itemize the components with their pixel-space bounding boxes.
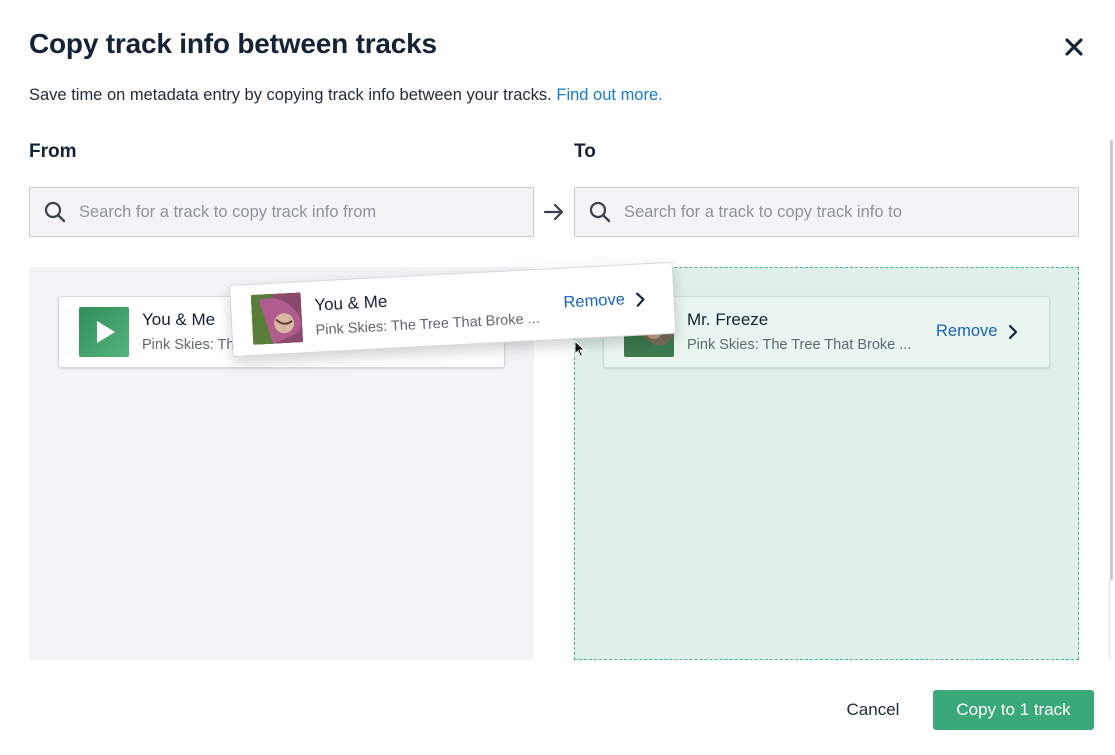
scrollbar-thumb[interactable]: [1110, 140, 1113, 580]
from-search: [29, 187, 534, 237]
to-search-input[interactable]: [624, 202, 1044, 222]
to-search: [574, 187, 1079, 237]
chevron-right-icon: [636, 292, 645, 307]
track-artwork[interactable]: [79, 307, 129, 357]
remove-button[interactable]: Remove: [936, 322, 1021, 341]
dialog-subtitle: Save time on metadata entry by copying t…: [29, 86, 663, 105]
from-search-input[interactable]: [79, 202, 499, 222]
track-subtitle: Pink Skies: The Tree That Broke ...: [687, 337, 912, 353]
search-icon: [44, 201, 66, 223]
remove-label: Remove: [563, 290, 626, 312]
dialog-title: Copy track info between tracks: [29, 28, 437, 59]
find-out-more-link[interactable]: Find out more.: [556, 86, 662, 104]
track-title: Mr. Freeze: [687, 310, 769, 329]
from-label: From: [29, 141, 77, 162]
play-icon: [79, 307, 129, 357]
copy-to-track-button[interactable]: Copy to 1 track: [933, 690, 1094, 730]
track-title: You & Me: [142, 310, 216, 329]
track-subtitle: Pink Skies: The Tree That Broke ...: [315, 310, 541, 339]
track-title: You & Me: [313, 291, 388, 315]
close-button[interactable]: [1060, 33, 1088, 61]
album-art-image: [250, 292, 304, 345]
search-icon: [589, 201, 611, 223]
remove-button[interactable]: Remove: [563, 289, 649, 312]
track-artwork: [250, 292, 304, 345]
track-subtitle: Pink Skies: The Tree That Broke ...: [142, 337, 234, 353]
subtitle-text: Save time on metadata entry by copying t…: [29, 86, 552, 104]
remove-label: Remove: [936, 322, 998, 340]
chevron-right-icon: [1009, 324, 1018, 339]
cancel-button[interactable]: Cancel: [834, 690, 912, 730]
mouse-cursor-icon: [574, 340, 586, 358]
copy-track-info-dialog: Copy track info between tracks Save time…: [0, 0, 1115, 755]
arrow-right-icon: [543, 203, 564, 221]
to-label: To: [574, 141, 596, 162]
scrollbar-track: [1109, 580, 1110, 660]
close-icon: [1065, 38, 1083, 56]
